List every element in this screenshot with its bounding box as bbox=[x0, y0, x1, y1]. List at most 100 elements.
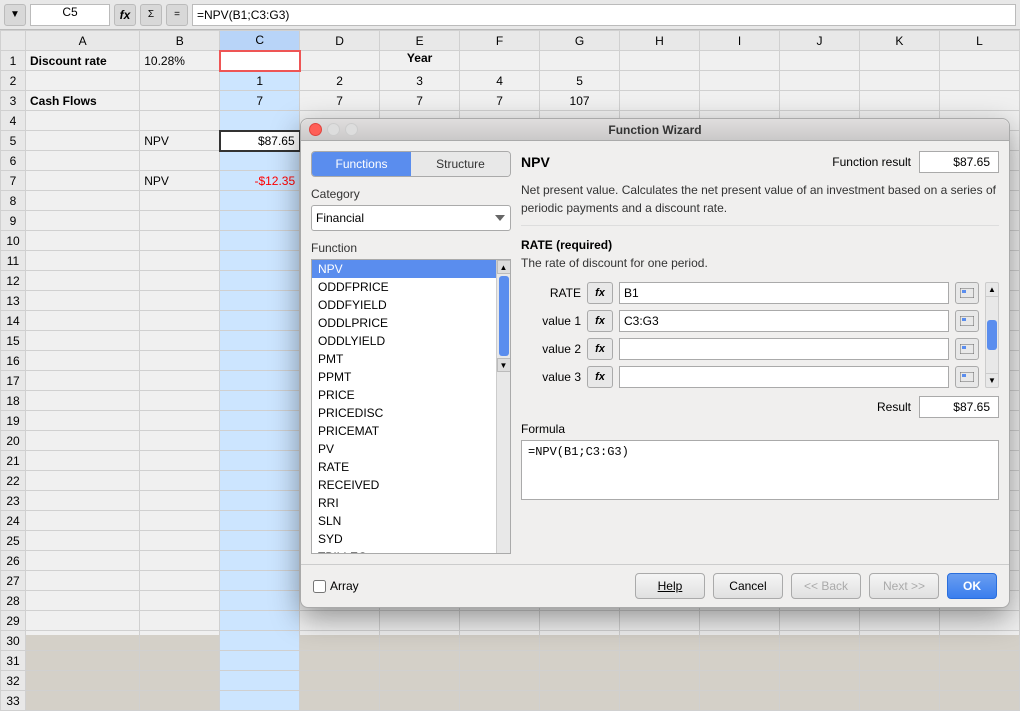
row-header[interactable]: 1 bbox=[1, 51, 26, 71]
col-header-c[interactable]: C bbox=[220, 31, 300, 51]
cell-c3[interactable]: 7 bbox=[220, 91, 300, 111]
function-list-item[interactable]: ODDFPRICE bbox=[312, 278, 510, 296]
param-input-value3[interactable] bbox=[619, 366, 949, 388]
minimize-button[interactable] bbox=[327, 123, 340, 136]
cell-d2[interactable]: 2 bbox=[300, 71, 380, 91]
function-list-item[interactable]: NPV bbox=[312, 260, 510, 278]
cell-a3[interactable]: Cash Flows bbox=[26, 91, 140, 111]
formula-input[interactable] bbox=[521, 440, 999, 500]
cell-l1[interactable] bbox=[939, 51, 1019, 71]
function-list-item[interactable]: PRICEMAT bbox=[312, 422, 510, 440]
cell-g1[interactable] bbox=[540, 51, 620, 71]
col-header-l[interactable]: L bbox=[939, 31, 1019, 51]
function-list-item[interactable]: ODDFYIELD bbox=[312, 296, 510, 314]
col-header-k[interactable]: K bbox=[859, 31, 939, 51]
cell-k2[interactable] bbox=[859, 71, 939, 91]
cell-a6[interactable] bbox=[26, 151, 140, 171]
fx-button-value3[interactable]: fx bbox=[587, 366, 613, 388]
function-list-item[interactable]: PRICEDISC bbox=[312, 404, 510, 422]
col-header-i[interactable]: I bbox=[700, 31, 780, 51]
param-input-value1[interactable] bbox=[619, 310, 949, 332]
cell-g3[interactable]: 107 bbox=[540, 91, 620, 111]
function-list-item[interactable]: ODDLPRICE bbox=[312, 314, 510, 332]
col-header-e[interactable]: E bbox=[380, 31, 460, 51]
function-list-item[interactable]: RATE bbox=[312, 458, 510, 476]
cell-e2[interactable]: Year 3 bbox=[380, 71, 460, 91]
scroll-down-arrow[interactable]: ▼ bbox=[497, 358, 511, 372]
cell-f3[interactable]: 7 bbox=[460, 91, 540, 111]
function-list-item[interactable]: PMT bbox=[312, 350, 510, 368]
col-header-f[interactable]: F bbox=[460, 31, 540, 51]
param-picker-value2[interactable] bbox=[955, 338, 979, 360]
cell-c1[interactable] bbox=[220, 51, 300, 71]
cell-c6[interactable] bbox=[220, 151, 300, 171]
col-header-j[interactable]: J bbox=[779, 31, 859, 51]
cell-b1[interactable]: 10.28% bbox=[140, 51, 220, 71]
cell-b5[interactable]: NPV bbox=[140, 131, 220, 151]
tab-functions[interactable]: Functions bbox=[312, 152, 411, 176]
cell-j2[interactable] bbox=[779, 71, 859, 91]
cell-i3[interactable] bbox=[700, 91, 780, 111]
function-list-item[interactable]: PPMT bbox=[312, 368, 510, 386]
help-button[interactable]: Help bbox=[635, 573, 705, 599]
name-box[interactable]: C5 bbox=[30, 4, 110, 26]
cell-e3[interactable]: 7 bbox=[380, 91, 460, 111]
function-list-item[interactable]: TBILLEQ bbox=[312, 548, 510, 553]
cell-b3[interactable] bbox=[140, 91, 220, 111]
fx-button-value1[interactable]: fx bbox=[587, 310, 613, 332]
next-button[interactable]: Next >> bbox=[869, 573, 939, 599]
col-header-g[interactable]: G bbox=[540, 31, 620, 51]
function-list-item[interactable]: PV bbox=[312, 440, 510, 458]
param-picker-value1[interactable] bbox=[955, 310, 979, 332]
col-header-h[interactable]: H bbox=[620, 31, 700, 51]
cell-h3[interactable] bbox=[620, 91, 700, 111]
cell-a2[interactable] bbox=[26, 71, 140, 91]
row-header[interactable]: 4 bbox=[1, 111, 26, 131]
cell-f1[interactable] bbox=[460, 51, 540, 71]
row-header[interactable]: 2 bbox=[1, 71, 26, 91]
cell-a4[interactable] bbox=[26, 111, 140, 131]
cell-b4[interactable] bbox=[140, 111, 220, 131]
dropdown-btn[interactable]: ▼ bbox=[4, 4, 26, 26]
param-scroll-down[interactable]: ▼ bbox=[986, 373, 998, 387]
tab-structure[interactable]: Structure bbox=[411, 152, 510, 176]
cell-a1[interactable]: Discount rate bbox=[26, 51, 140, 71]
cell-c7[interactable]: -$12.35 bbox=[220, 171, 300, 191]
cell-d1[interactable] bbox=[300, 51, 380, 71]
param-input-value2[interactable] bbox=[619, 338, 949, 360]
cell-a5[interactable] bbox=[26, 131, 140, 151]
cell-c4[interactable] bbox=[220, 111, 300, 131]
cell-g2[interactable]: 5 bbox=[540, 71, 620, 91]
row-header[interactable]: 3 bbox=[1, 91, 26, 111]
cell-c2[interactable]: 1 bbox=[220, 71, 300, 91]
cell-i1[interactable] bbox=[700, 51, 780, 71]
sum-icon[interactable]: Σ bbox=[140, 4, 162, 26]
cell-f2[interactable]: 4 bbox=[460, 71, 540, 91]
cell-c5[interactable]: $87.65 bbox=[220, 131, 300, 151]
function-list-item[interactable]: SLN bbox=[312, 512, 510, 530]
cell-l2[interactable] bbox=[939, 71, 1019, 91]
function-list-item[interactable]: ODDLYIELD bbox=[312, 332, 510, 350]
row-header[interactable]: 6 bbox=[1, 151, 26, 171]
param-scroll-up[interactable]: ▲ bbox=[986, 283, 998, 297]
cell-h1[interactable] bbox=[620, 51, 700, 71]
equals-icon[interactable]: = bbox=[166, 4, 188, 26]
row-header[interactable]: 5 bbox=[1, 131, 26, 151]
function-list-item[interactable]: SYD bbox=[312, 530, 510, 548]
cell-d3[interactable]: 7 bbox=[300, 91, 380, 111]
param-picker-rate[interactable] bbox=[955, 282, 979, 304]
col-header-b[interactable]: B bbox=[140, 31, 220, 51]
cell-b6[interactable] bbox=[140, 151, 220, 171]
col-header-d[interactable]: D bbox=[300, 31, 380, 51]
cell-b2[interactable] bbox=[140, 71, 220, 91]
category-select[interactable]: Financial Math Statistical Text Logical bbox=[311, 205, 511, 231]
ok-button[interactable]: OK bbox=[947, 573, 997, 599]
array-checkbox[interactable] bbox=[313, 580, 326, 593]
cell-k1[interactable] bbox=[859, 51, 939, 71]
scroll-up-arrow[interactable]: ▲ bbox=[497, 260, 511, 274]
function-list-item[interactable]: PRICE bbox=[312, 386, 510, 404]
cell-j3[interactable] bbox=[779, 91, 859, 111]
param-scroll-thumb[interactable] bbox=[987, 320, 997, 350]
cell-j1[interactable] bbox=[779, 51, 859, 71]
close-button[interactable] bbox=[309, 123, 322, 136]
